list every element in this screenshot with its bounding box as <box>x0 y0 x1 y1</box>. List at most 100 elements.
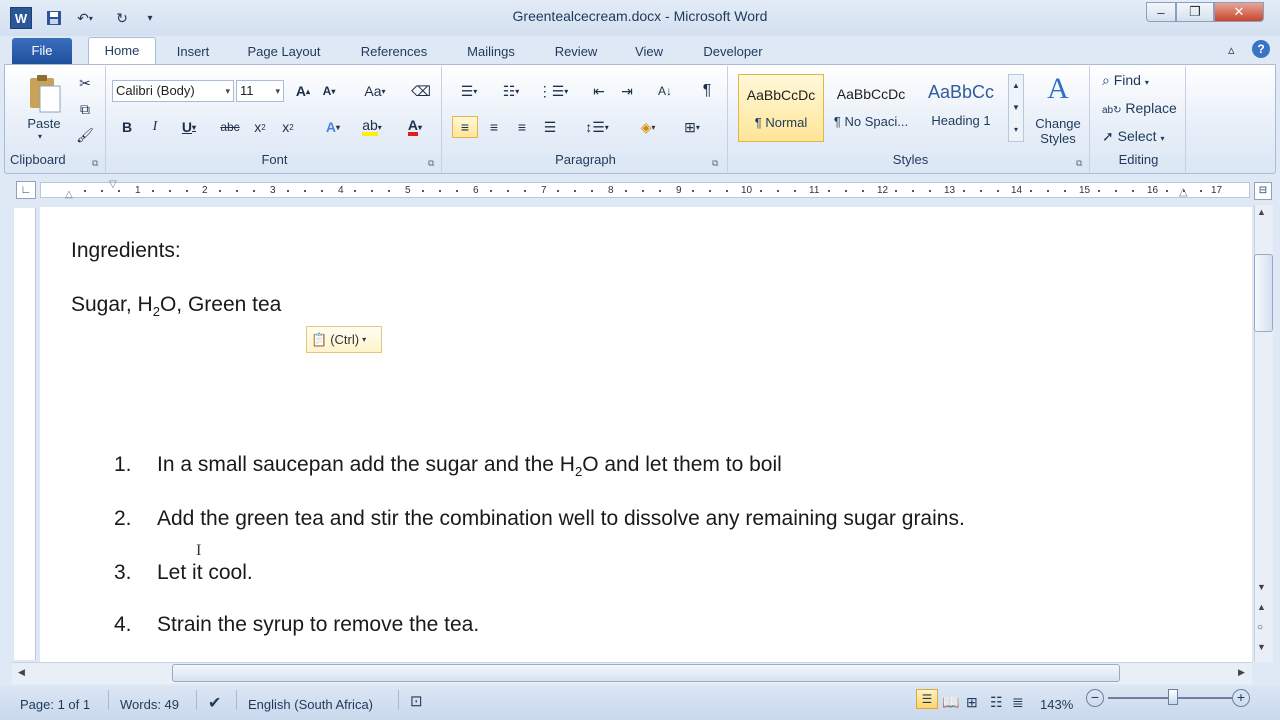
font-color-icon[interactable]: A ▾ <box>398 116 432 138</box>
horizontal-ruler[interactable]: 1 2 3 4 5 6 7 8 9 10 11 12 13 14 15 16 1… <box>40 179 1250 200</box>
tab-review[interactable]: Review <box>544 42 608 64</box>
page-count[interactable]: Page: 1 of 1 <box>20 697 90 712</box>
justify-icon[interactable]: ☰ <box>538 116 562 138</box>
tab-references[interactable]: References <box>348 42 440 64</box>
zoom-slider-thumb[interactable] <box>1168 689 1178 705</box>
macro-record-icon[interactable]: ⊡ <box>410 692 423 710</box>
list-item[interactable]: Let it cool. <box>157 561 253 585</box>
proofing-icon[interactable]: ✔ <box>208 693 221 713</box>
multilevel-list-icon[interactable]: ⋮☰ ▾ <box>536 80 570 102</box>
first-line-indent-marker[interactable]: ▽ <box>109 179 117 190</box>
paste-dropdown-icon[interactable]: ▾ <box>38 132 42 141</box>
print-layout-icon[interactable]: ☰ <box>916 689 938 709</box>
draft-icon[interactable]: ≣ <box>1012 694 1024 711</box>
superscript-icon[interactable]: x2 <box>276 116 300 138</box>
browse-object-icon[interactable]: ○ <box>1257 622 1263 633</box>
view-ruler-icon[interactable]: ⊟ <box>1254 182 1272 200</box>
list-item[interactable]: Add the green tea and stir the combinati… <box>157 507 965 531</box>
list-item[interactable]: In a small saucepan add the sugar and th… <box>157 453 782 479</box>
scroll-down-icon[interactable]: ▼ <box>1257 582 1266 592</box>
text-effects-icon[interactable]: A ▾ <box>318 116 348 138</box>
borders-icon[interactable]: ⊞ ▾ <box>674 116 710 138</box>
vertical-scroll-thumb[interactable] <box>1254 254 1273 332</box>
bold-icon[interactable]: B <box>116 116 138 138</box>
zoom-in-icon[interactable]: + <box>1232 689 1250 707</box>
tab-home[interactable]: Home <box>88 37 156 65</box>
close-button[interactable]: ✕ <box>1214 2 1264 22</box>
ingredients-line[interactable]: Sugar, H2O, Green tea <box>71 293 281 319</box>
tab-mailings[interactable]: Mailings <box>454 42 528 64</box>
increase-indent-icon[interactable]: ⇥ <box>616 80 638 102</box>
align-center-icon[interactable]: ≡ <box>482 116 506 138</box>
paste-icon[interactable] <box>26 72 62 116</box>
font-size-combo[interactable]: 11 ▾ <box>236 80 284 102</box>
scroll-left-icon[interactable]: ◀ <box>18 667 25 678</box>
paragraph-launcher-icon[interactable]: ⧉ <box>712 158 718 169</box>
cut-icon[interactable]: ✂ <box>74 72 96 94</box>
zoom-level[interactable]: 143% <box>1040 697 1073 712</box>
restore-button[interactable]: ❐ <box>1176 2 1214 22</box>
clipboard-launcher-icon[interactable]: ⧉ <box>92 158 98 169</box>
tab-developer[interactable]: Developer <box>690 42 776 64</box>
ingredients-heading[interactable]: Ingredients: <box>71 239 181 263</box>
style-no-spacing[interactable]: AaBbCcDc ¶ No Spaci... <box>828 74 914 142</box>
decrease-indent-icon[interactable]: ⇤ <box>588 80 610 102</box>
show-hide-icon[interactable]: ¶ <box>696 80 718 102</box>
zoom-out-icon[interactable]: − <box>1086 689 1104 707</box>
line-spacing-icon[interactable]: ↕☰ ▾ <box>580 116 614 138</box>
style-normal[interactable]: AaBbCcDc ¶ Normal <box>738 74 824 142</box>
document-page[interactable] <box>40 207 1252 662</box>
align-left-icon[interactable]: ≡ <box>452 116 478 138</box>
paste-options-button[interactable]: 📋 (Ctrl) ▾ <box>306 326 382 353</box>
find-button[interactable]: ⌕ Find ▾ <box>1102 72 1149 89</box>
underline-icon[interactable]: U ▾ <box>172 116 206 138</box>
strikethrough-icon[interactable]: abc <box>218 116 242 138</box>
copy-icon[interactable]: ⧉ <box>74 98 96 120</box>
replace-button[interactable]: ab↻ Replace <box>1102 100 1177 116</box>
select-button[interactable]: ➚ Select ▾ <box>1102 128 1164 145</box>
paste-button-label[interactable]: Paste <box>22 116 66 131</box>
tab-page-layout[interactable]: Page Layout <box>236 42 332 64</box>
word-count[interactable]: Words: 49 <box>120 697 179 712</box>
sort-icon[interactable]: A↓ <box>654 80 676 102</box>
highlight-icon[interactable]: ab ▾ <box>354 116 390 138</box>
font-name-combo[interactable]: Calibri (Body) ▾ <box>112 80 234 102</box>
help-icon[interactable]: ? <box>1252 40 1270 58</box>
language-indicator[interactable]: English (South Africa) <box>248 697 373 712</box>
change-case-icon[interactable]: Aa ▾ <box>358 80 392 102</box>
change-styles-button[interactable]: Change Styles <box>1028 116 1088 146</box>
shrink-font-icon[interactable]: A ▾ <box>318 80 340 102</box>
style-heading-1[interactable]: AaBbCc Heading 1 <box>918 74 1004 142</box>
list-item[interactable]: Strain the syrup to remove the tea. <box>157 613 479 637</box>
web-layout-icon[interactable]: ⊞ <box>966 694 978 711</box>
bullets-icon[interactable]: ☰ ▾ <box>452 80 486 102</box>
tab-selector-icon[interactable]: ∟ <box>16 181 36 199</box>
minimize-button[interactable]: – <box>1146 2 1176 22</box>
shading-icon[interactable]: ◈ ▾ <box>630 116 666 138</box>
scroll-up-icon[interactable]: ▲ <box>1257 207 1266 217</box>
vertical-ruler[interactable] <box>14 208 36 660</box>
collapse-ribbon-icon[interactable]: ▵ <box>1228 42 1235 58</box>
previous-page-icon[interactable]: ▲ <box>1257 602 1266 612</box>
horizontal-scroll-thumb[interactable] <box>172 664 1120 682</box>
numbering-icon[interactable]: ☷ ▾ <box>494 80 528 102</box>
align-right-icon[interactable]: ≡ <box>510 116 534 138</box>
grow-font-icon[interactable]: A ▴ <box>292 80 314 102</box>
left-indent-marker[interactable]: △ <box>65 189 73 200</box>
ruler-dot <box>151 190 154 192</box>
tab-file[interactable]: File <box>12 38 72 64</box>
change-styles-icon[interactable]: A <box>1036 72 1080 112</box>
font-launcher-icon[interactable]: ⧉ <box>428 158 434 169</box>
outline-icon[interactable]: ☷ <box>990 694 1003 711</box>
format-painter-icon[interactable]: 🖌 <box>74 124 96 146</box>
scroll-right-icon[interactable]: ▶ <box>1238 667 1245 678</box>
tab-view[interactable]: View <box>624 42 674 64</box>
next-page-icon[interactable]: ▼ <box>1257 642 1266 652</box>
clear-formatting-icon[interactable]: ⌫ <box>410 80 432 102</box>
full-screen-reading-icon[interactable]: 📖 <box>942 694 959 711</box>
subscript-icon[interactable]: x2 <box>248 116 272 138</box>
styles-launcher-icon[interactable]: ⧉ <box>1076 158 1082 169</box>
tab-insert[interactable]: Insert <box>166 42 220 64</box>
italic-icon[interactable]: I <box>144 116 166 138</box>
styles-gallery-scroll[interactable]: ▲ ▼ ▾ <box>1008 74 1024 142</box>
